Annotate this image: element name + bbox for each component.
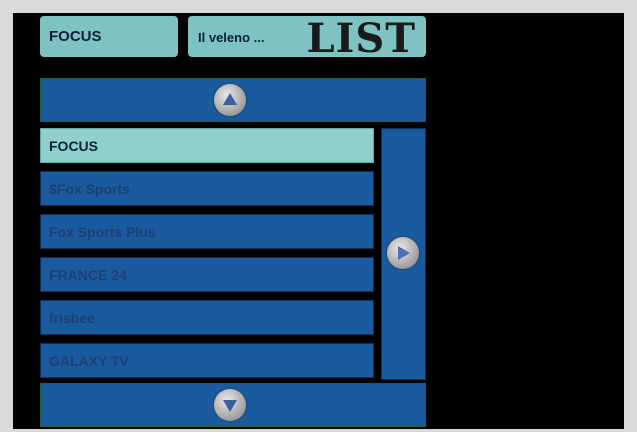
page-right-button[interactable] bbox=[387, 237, 419, 269]
channel-row-label: frisbee bbox=[49, 310, 95, 326]
channel-row-label: Fox Sports Plus bbox=[49, 224, 156, 240]
scroll-up-button[interactable] bbox=[214, 84, 246, 116]
arrow-up-icon bbox=[223, 93, 237, 105]
current-program-box: Il veleno ... LIST bbox=[188, 15, 426, 62]
channel-row[interactable]: FRANCE 24 bbox=[40, 257, 374, 292]
channel-row[interactable]: frisbee bbox=[40, 300, 374, 335]
scroll-up-bar[interactable] bbox=[40, 78, 426, 122]
page-side-panel bbox=[381, 128, 426, 380]
channel-row[interactable]: Fox Sports Plus bbox=[40, 214, 374, 249]
current-channel-name: FOCUS bbox=[49, 28, 102, 45]
arrow-right-icon bbox=[398, 246, 410, 260]
channel-row[interactable]: GALAXY TV bbox=[40, 343, 374, 378]
arrow-down-icon bbox=[223, 400, 237, 412]
channel-row-label: GALAXY TV bbox=[49, 353, 129, 369]
current-channel-box: FOCUS bbox=[40, 16, 178, 57]
channel-row-label: FRANCE 24 bbox=[49, 267, 127, 283]
list-mode-title: LIST bbox=[306, 15, 416, 62]
channel-row-label: FOCUS bbox=[49, 138, 98, 154]
channel-row-selected[interactable]: FOCUS bbox=[40, 128, 374, 163]
scroll-down-button[interactable] bbox=[214, 389, 246, 421]
scroll-down-bar[interactable] bbox=[40, 383, 426, 427]
channel-row-label: $Fox Sports bbox=[49, 181, 130, 197]
tv-screen: FOCUS Il veleno ... LIST FOCUS $Fox Spor… bbox=[13, 13, 624, 429]
current-program-title: Il veleno ... bbox=[198, 30, 265, 45]
channel-row[interactable]: $Fox Sports bbox=[40, 171, 374, 206]
